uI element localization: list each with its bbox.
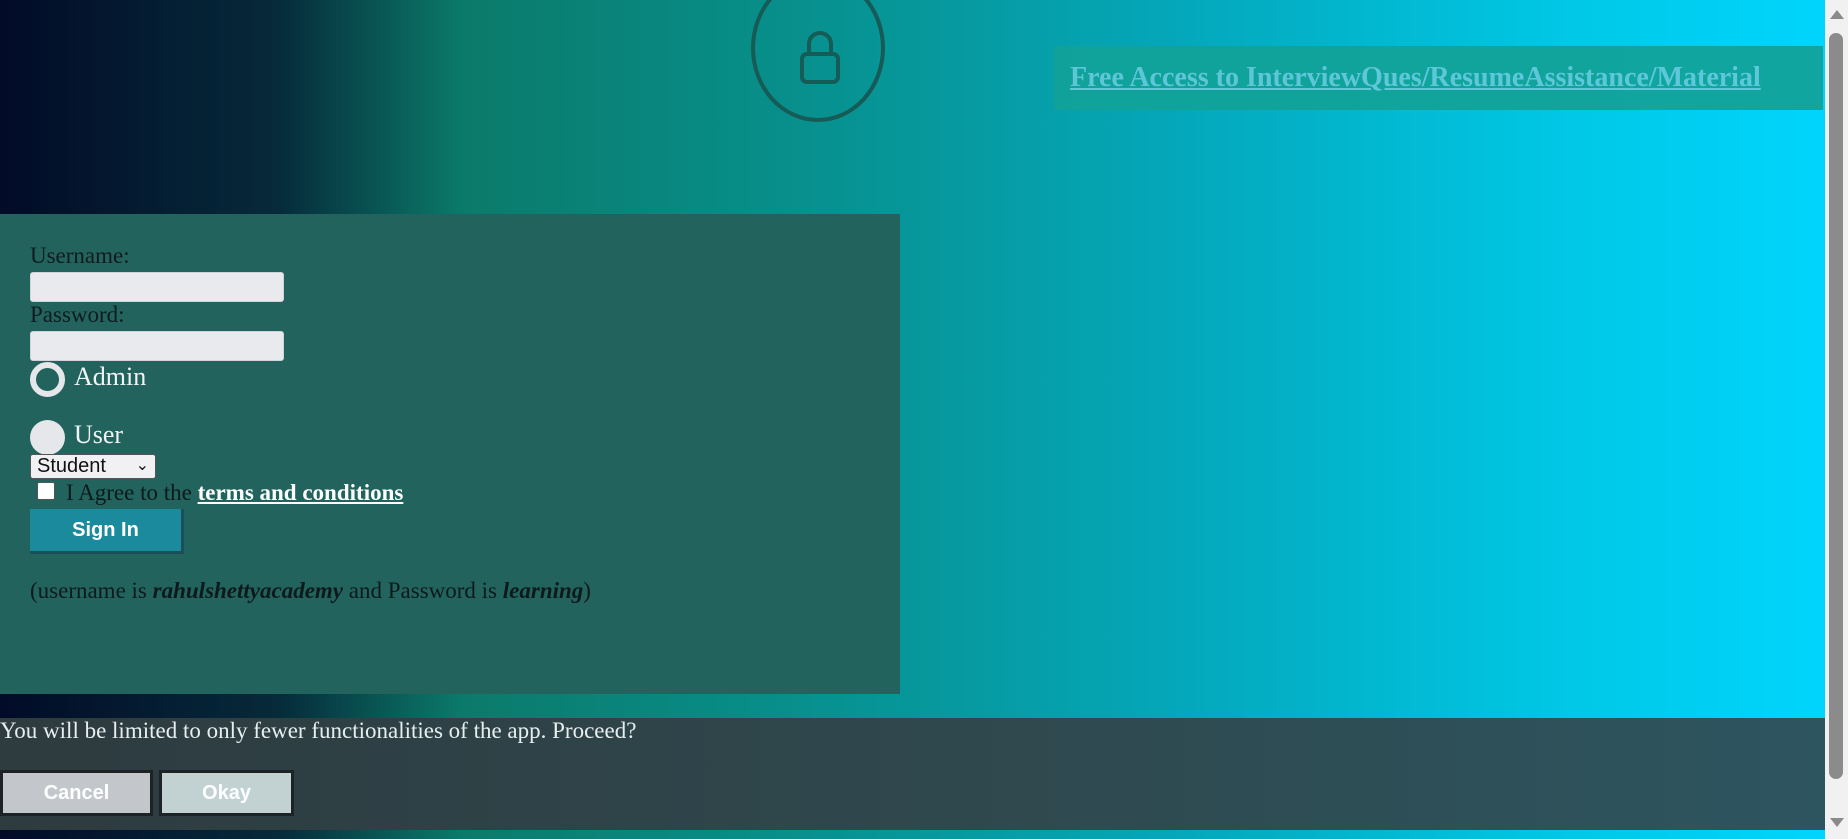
hint-username: rahulshettyacademy xyxy=(152,578,344,603)
confirm-modal: You will be limited to only fewer functi… xyxy=(0,718,1825,830)
user-radio-label: User xyxy=(74,420,124,449)
hint-middle: and Password is xyxy=(343,578,503,603)
user-radio[interactable] xyxy=(30,420,65,455)
promo-link[interactable]: Free Access to InterviewQues/ResumeAssis… xyxy=(1070,62,1761,93)
sign-in-button[interactable]: Sign In xyxy=(30,509,184,554)
username-label: Username: xyxy=(30,243,130,268)
modal-message: You will be limited to only fewer functi… xyxy=(0,718,637,743)
hint-prefix: (username is xyxy=(30,578,153,603)
scrollbar-thumb[interactable] xyxy=(1829,33,1843,779)
terms-checkbox[interactable] xyxy=(37,482,55,500)
admin-radio-label: Admin xyxy=(74,362,147,391)
hint-suffix: ) xyxy=(583,578,591,603)
cancel-button[interactable]: Cancel xyxy=(0,770,153,816)
okay-button[interactable]: Okay xyxy=(159,770,294,816)
lock-icon xyxy=(751,0,885,122)
credentials-hint: (username is rahulshettyacademy and Pass… xyxy=(30,578,591,604)
vertical-scrollbar[interactable] xyxy=(1825,0,1848,839)
role-select[interactable]: Student ⌄ xyxy=(30,454,156,479)
promo-banner: Free Access to InterviewQues/ResumeAssis… xyxy=(1054,46,1823,110)
chevron-down-icon: ⌄ xyxy=(135,457,149,474)
arrow-down-icon[interactable] xyxy=(1830,818,1844,827)
terms-prefix: I Agree to the xyxy=(66,480,198,505)
password-input[interactable] xyxy=(30,331,284,361)
login-form: Username: Password: Admin User Student ⌄… xyxy=(0,214,900,694)
terms-link[interactable]: terms and conditions xyxy=(198,480,404,505)
terms-agree-text: I Agree to the terms and conditions xyxy=(66,480,403,506)
page-background: Free Access to InterviewQues/ResumeAssis… xyxy=(0,0,1848,839)
role-select-value: Student xyxy=(37,455,106,477)
password-label: Password: xyxy=(30,302,125,327)
hint-password: learning xyxy=(502,578,584,603)
arrow-up-icon[interactable] xyxy=(1830,10,1844,19)
username-input[interactable] xyxy=(30,272,284,302)
admin-radio[interactable] xyxy=(30,362,65,397)
